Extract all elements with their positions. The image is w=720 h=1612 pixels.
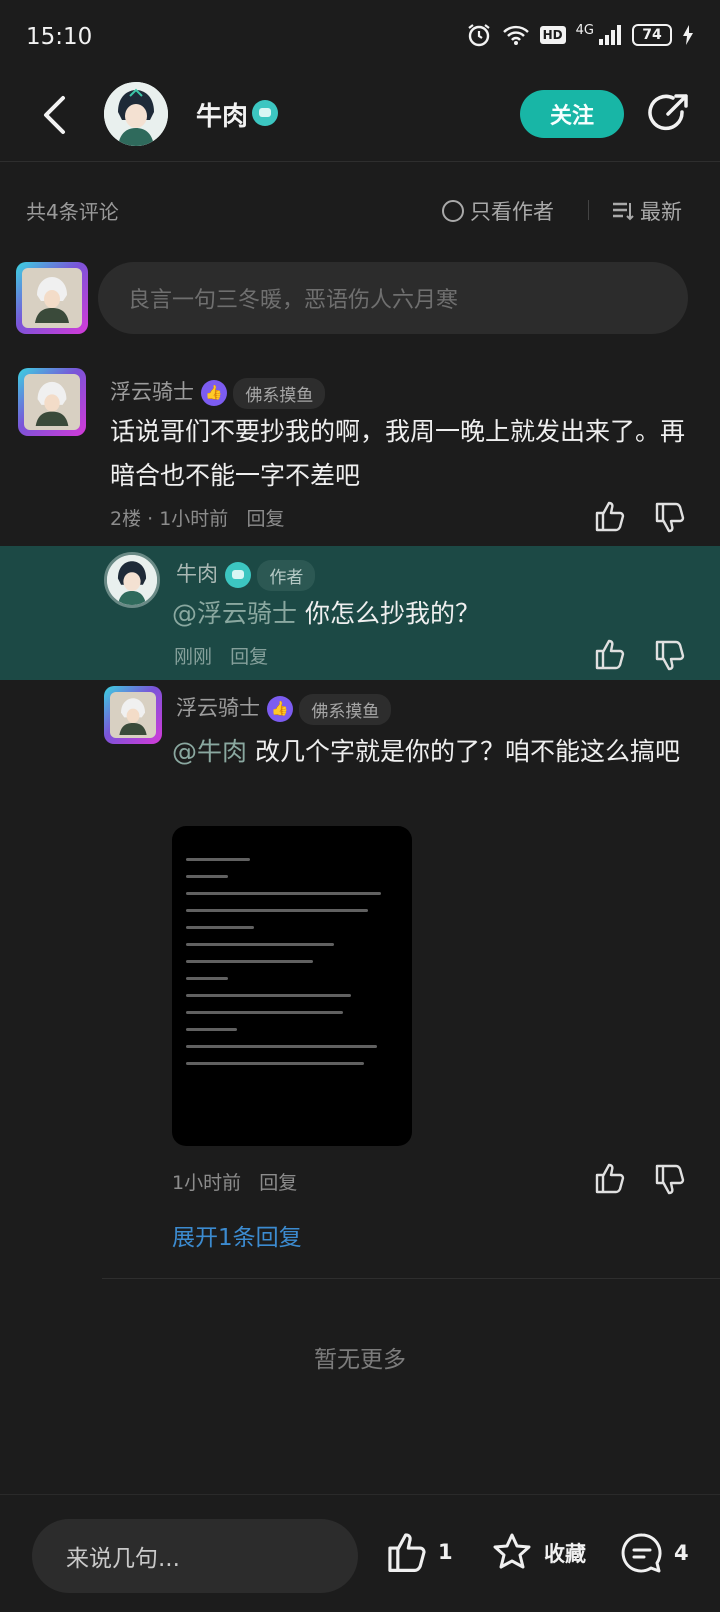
vip-badge-icon: 👍	[266, 696, 293, 722]
comment-count-badge: 4	[674, 1541, 689, 1565]
signal-icon	[599, 25, 621, 45]
reply-button[interactable]: 回复	[246, 508, 284, 530]
radio-circle-icon	[442, 200, 464, 222]
pixel-character-icon	[35, 381, 69, 426]
reply-button[interactable]: 回复	[230, 646, 268, 668]
level-badge-icon	[252, 100, 278, 126]
status-bar: 15:10 HD 4G 74	[0, 0, 720, 72]
chevron-left-icon	[44, 96, 65, 134]
comment-author-line: 牛肉 作者	[176, 558, 316, 591]
expand-replies-link[interactable]: 展开1条回复	[172, 1218, 302, 1252]
comment-filter-bar: 共4条评论 只看作者 最新	[0, 186, 720, 236]
sort-button[interactable]: 最新	[612, 196, 682, 226]
charging-icon	[683, 25, 693, 45]
network-label: 4G	[575, 22, 594, 38]
dislike-icon[interactable]	[654, 1164, 686, 1196]
back-button[interactable]	[34, 90, 74, 140]
comment-meta: 2楼 · 1小时前 回复	[110, 508, 285, 530]
comment-time: 刚刚	[174, 646, 213, 668]
comment-meta: 1小时前 回复	[172, 1168, 297, 1195]
commenter-avatar-image	[24, 374, 80, 430]
user-tag: 佛系摸鱼	[233, 377, 326, 409]
pixel-character-icon	[35, 277, 69, 323]
commenter-avatar-image	[110, 692, 156, 738]
level-badge-icon	[224, 562, 251, 588]
like-button[interactable]: 1	[386, 1531, 453, 1573]
author-reply-avatar[interactable]	[104, 552, 160, 608]
mention-link[interactable]: @浮云骑士	[172, 599, 297, 628]
comment-author-line: 浮云骑士 👍 佛系摸鱼	[110, 376, 326, 409]
like-icon[interactable]	[594, 500, 626, 532]
thumbs-up-icon	[388, 1533, 426, 1572]
share-button[interactable]	[646, 92, 690, 136]
comment-body: 改几个字就是你的了？咱不能这么搞吧	[254, 737, 680, 766]
commenter-name[interactable]: 浮云骑士	[110, 380, 194, 404]
alarm-icon	[467, 24, 490, 47]
bottom-action-bar: 来说几句... 1 收藏 4	[0, 1494, 720, 1612]
comment-bubble-icon	[621, 1533, 662, 1573]
comment-input[interactable]: 良言一句三冬暖，恶语伤人六月寒	[98, 262, 688, 334]
commenter-name[interactable]: 浮云骑士	[176, 696, 260, 720]
dislike-icon[interactable]	[654, 502, 686, 534]
vip-badge-icon: 👍	[200, 380, 227, 406]
follow-button[interactable]: 关注	[520, 90, 624, 138]
status-icons: HD 4G 74	[466, 22, 694, 48]
collect-label: 收藏	[544, 1542, 586, 1566]
author-name: 牛肉	[196, 102, 249, 132]
like-count: 1	[438, 1540, 453, 1564]
sort-list-icon	[613, 202, 634, 221]
reply-button[interactable]: 回复	[259, 1172, 297, 1194]
comment-count: 共4条评论	[26, 200, 119, 224]
mention-link[interactable]: @牛肉	[172, 737, 247, 766]
current-user-avatar-image	[22, 268, 82, 328]
dislike-icon[interactable]	[654, 640, 686, 672]
author-tag: 作者	[257, 559, 316, 591]
comment-time: 1小时前	[172, 1172, 242, 1194]
comment-text: @浮云骑士 你怎么抄我的？	[172, 592, 692, 636]
comment-author-line: 浮云骑士 👍 佛系摸鱼	[176, 692, 392, 725]
author-only-label: 只看作者	[470, 200, 554, 224]
comment-text: @牛肉 改几个字就是你的了？咱不能这么搞吧	[172, 730, 692, 774]
hd-icon: HD	[539, 26, 566, 44]
collect-button[interactable]: 收藏	[490, 1531, 586, 1575]
comment-text: 话说哥们不要抄我的啊，我周一晚上就发出来了。再暗合也不能一字不差吧	[110, 417, 686, 490]
comment-meta: 刚刚 回复	[174, 642, 268, 669]
filter-divider	[588, 200, 589, 220]
section-divider	[102, 1278, 720, 1279]
anime-avatar-image	[107, 555, 157, 605]
wifi-icon	[502, 25, 529, 45]
no-more-label: 暂无更多	[314, 1347, 406, 1373]
pixel-character-icon	[119, 698, 147, 735]
comment-button[interactable]: 4	[620, 1531, 689, 1575]
like-icon[interactable]	[594, 638, 626, 670]
user-tag: 佛系摸鱼	[299, 693, 392, 725]
floor-label: 2楼	[110, 508, 142, 530]
bottom-comment-input[interactable]: 来说几句...	[32, 1519, 358, 1593]
commenter-name[interactable]: 牛肉	[176, 562, 218, 586]
comment-body: 你怎么抄我的？	[304, 599, 480, 628]
current-user-avatar[interactable]	[16, 262, 88, 334]
header: 牛肉 关注	[0, 72, 720, 162]
comment-time: 1小时前	[159, 508, 229, 530]
anime-avatar-image	[104, 82, 168, 146]
battery-indicator: 74	[632, 24, 672, 46]
commenter-avatar[interactable]	[18, 368, 86, 436]
comment-attachment-image[interactable]	[172, 826, 412, 1146]
status-time: 15:10	[26, 24, 93, 50]
star-icon	[493, 1533, 531, 1569]
sort-label: 最新	[640, 200, 682, 224]
author-only-toggle[interactable]: 只看作者	[442, 196, 554, 226]
share-icon	[648, 94, 688, 131]
like-icon[interactable]	[594, 1162, 626, 1194]
author-avatar[interactable]	[104, 82, 168, 146]
commenter-avatar[interactable]	[104, 686, 162, 744]
